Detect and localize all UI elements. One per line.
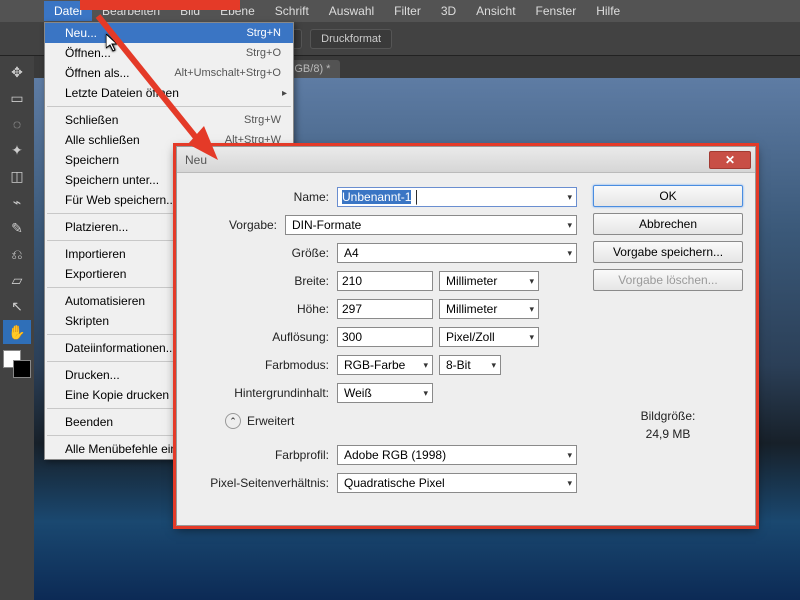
bitdepth-select[interactable]: 8-Bit xyxy=(439,355,501,375)
menu-item[interactable]: Öffnen...Strg+O xyxy=(45,43,293,63)
background-swatch[interactable] xyxy=(13,360,31,378)
pixelaspect-label: Pixel-Seitenverhältnis: xyxy=(177,476,337,490)
size-label: Größe: xyxy=(177,246,337,260)
menu-auswahl[interactable]: Auswahl xyxy=(319,1,384,21)
lasso-tool-icon[interactable]: ◌ xyxy=(3,112,31,136)
menu-separator xyxy=(47,106,291,107)
menu-bearbeiten[interactable]: Bearbeiten xyxy=(92,1,170,21)
hand-tool-icon[interactable]: ✋ xyxy=(3,320,31,344)
form-area: Name: Unbenannt-1│ Vorgabe: DIN-Formate … xyxy=(177,183,593,515)
menu-filter[interactable]: Filter xyxy=(384,1,431,21)
background-label: Hintergrundinhalt: xyxy=(177,386,337,400)
crop-tool-icon[interactable]: ◫ xyxy=(3,164,31,188)
dialog-title: Neu xyxy=(185,153,207,167)
clone-tool-icon[interactable]: ⎌ xyxy=(3,242,31,266)
menu-bild[interactable]: Bild xyxy=(170,1,210,21)
menu-ebene[interactable]: Ebene xyxy=(210,1,265,21)
save-preset-button[interactable]: Vorgabe speichern... xyxy=(593,241,743,263)
width-input[interactable] xyxy=(337,271,433,291)
menu-schrift[interactable]: Schrift xyxy=(265,1,319,21)
image-size-info: Bildgröße: 24,9 MB xyxy=(593,407,743,443)
preset-select[interactable]: DIN-Formate xyxy=(285,215,577,235)
menu-3d[interactable]: 3D xyxy=(431,1,466,21)
menu-hilfe[interactable]: Hilfe xyxy=(586,1,630,21)
menu-ansicht[interactable]: Ansicht xyxy=(466,1,525,21)
width-unit-select[interactable]: Millimeter xyxy=(439,271,539,291)
ok-button[interactable]: OK xyxy=(593,185,743,207)
delete-preset-button[interactable]: Vorgabe löschen... xyxy=(593,269,743,291)
size-select[interactable]: A4 xyxy=(337,243,577,263)
height-input[interactable] xyxy=(337,299,433,319)
colormode-select[interactable]: RGB-Farbe xyxy=(337,355,433,375)
toolbox: ✥ ▭ ◌ ✦ ◫ ⌁ ✎ ⎌ ▱ ↖ ✋ xyxy=(0,56,34,600)
advanced-label: Erweitert xyxy=(247,414,294,428)
menu-item[interactable]: Öffnen als...Alt+Umschalt+Strg+O xyxy=(45,63,293,83)
path-tool-icon[interactable]: ↖ xyxy=(3,294,31,318)
options-button[interactable]: Druckformat xyxy=(310,29,392,49)
resolution-unit-select[interactable]: Pixel/Zoll xyxy=(439,327,539,347)
menu-datei[interactable]: Datei xyxy=(44,1,92,21)
preset-label: Vorgabe: xyxy=(177,218,285,232)
advanced-toggle-icon[interactable]: ⌃ xyxy=(225,413,241,429)
brush-tool-icon[interactable]: ✎ xyxy=(3,216,31,240)
color-swatches[interactable] xyxy=(3,350,31,378)
close-button[interactable]: ✕ xyxy=(709,151,751,169)
name-input[interactable]: Unbenannt-1│ xyxy=(337,187,577,207)
width-label: Breite: xyxy=(177,274,337,288)
colormode-label: Farbmodus: xyxy=(177,358,337,372)
colorprofile-select[interactable]: Adobe RGB (1998) xyxy=(337,445,577,465)
eyedrop-tool-icon[interactable]: ⌁ xyxy=(3,190,31,214)
button-column: OK Abbrechen Vorgabe speichern... Vorgab… xyxy=(593,183,743,515)
move-tool-icon[interactable]: ✥ xyxy=(3,60,31,84)
background-select[interactable]: Weiß xyxy=(337,383,433,403)
height-label: Höhe: xyxy=(177,302,337,316)
close-icon: ✕ xyxy=(725,153,735,167)
height-unit-select[interactable]: Millimeter xyxy=(439,299,539,319)
erase-tool-icon[interactable]: ▱ xyxy=(3,268,31,292)
menu-item[interactable]: Letzte Dateien öffnen xyxy=(45,83,293,103)
menubar: DateiBearbeitenBildEbeneSchriftAuswahlFi… xyxy=(0,0,800,22)
resolution-label: Auflösung: xyxy=(177,330,337,344)
menu-item[interactable]: SchließenStrg+W xyxy=(45,110,293,130)
pixelaspect-select[interactable]: Quadratische Pixel xyxy=(337,473,577,493)
new-document-dialog: Neu ✕ Name: Unbenannt-1│ Vorgabe: DIN-Fo… xyxy=(176,146,756,526)
wand-tool-icon[interactable]: ✦ xyxy=(3,138,31,162)
colorprofile-label: Farbprofil: xyxy=(177,448,337,462)
name-label: Name: xyxy=(177,190,337,204)
cancel-button[interactable]: Abbrechen xyxy=(593,213,743,235)
menu-fenster[interactable]: Fenster xyxy=(526,1,587,21)
menu-item[interactable]: Neu...Strg+N xyxy=(45,23,293,43)
resolution-input[interactable] xyxy=(337,327,433,347)
marquee-tool-icon[interactable]: ▭ xyxy=(3,86,31,110)
dialog-titlebar[interactable]: Neu ✕ xyxy=(177,147,755,173)
